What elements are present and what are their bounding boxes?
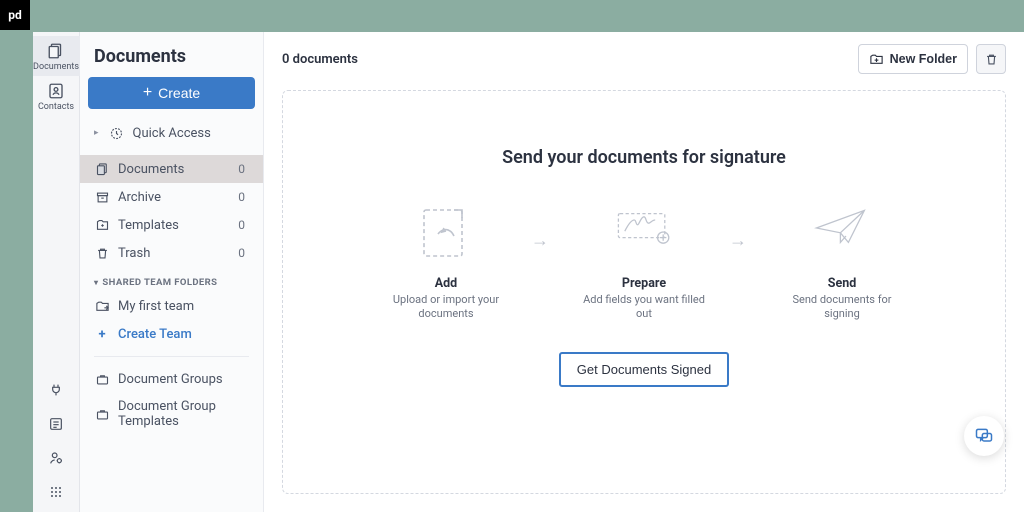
rail-documents-label: Documents	[33, 62, 79, 72]
document-count: 0 documents	[282, 52, 358, 67]
rail-documents[interactable]: Documents	[33, 36, 80, 76]
step-send-desc: Send documents for signing	[777, 293, 907, 322]
rail-contacts-label: Contacts	[38, 102, 74, 112]
send-plane-icon	[810, 204, 874, 262]
plus-icon: +	[143, 85, 152, 101]
user-settings-icon[interactable]	[48, 450, 64, 466]
step-add-title: Add	[435, 276, 457, 291]
team-row[interactable]: My first team	[80, 292, 263, 320]
caret-icon: ▸	[94, 128, 99, 138]
trash-icon	[94, 245, 110, 261]
team-label: My first team	[118, 299, 194, 314]
folder-label: Trash	[118, 246, 150, 261]
quick-access-label: Quick Access	[133, 126, 211, 141]
arrow-icon: →	[729, 230, 757, 251]
briefcase-icon	[94, 371, 110, 387]
folder-label: Templates	[118, 218, 179, 233]
shared-folders-header[interactable]: ▾ SHARED TEAM FOLDERS	[80, 267, 263, 292]
onboarding-steps: Add Upload or import your documents → Pr…	[381, 204, 907, 322]
step-prepare-desc: Add fields you want filled out	[579, 293, 709, 322]
trash-icon	[984, 52, 999, 67]
new-folder-icon	[869, 52, 884, 67]
nav-rail: Documents Contacts	[33, 32, 80, 512]
document-group-templates[interactable]: Document Group Templates	[80, 393, 263, 435]
divider	[94, 356, 249, 357]
chat-icon	[974, 426, 994, 446]
chevron-down-icon: ▾	[94, 278, 98, 287]
briefcase-icon	[94, 406, 110, 422]
app-logo: pd	[0, 0, 30, 30]
create-team-button[interactable]: + Create Team	[80, 320, 263, 348]
sidebar-title: Documents	[80, 46, 263, 77]
folder-archive[interactable]: Archive 0	[80, 183, 263, 211]
folder-count: 0	[238, 218, 249, 232]
app-window: Documents Contacts Documents + Create ▸ …	[33, 32, 1024, 512]
document-groups[interactable]: Document Groups	[80, 365, 263, 393]
empty-state: Send your documents for signature Add Up…	[282, 90, 1006, 494]
templates-icon	[94, 217, 110, 233]
team-folder-icon	[94, 298, 110, 314]
folder-count: 0	[238, 162, 249, 176]
main-area: 0 documents New Folder Send your documen…	[264, 32, 1024, 512]
folder-label: Archive	[118, 190, 161, 205]
documents-icon	[94, 161, 110, 177]
toolbar-trash-button[interactable]	[976, 44, 1006, 74]
step-add-desc: Upload or import your documents	[381, 293, 511, 322]
sidebar: Documents + Create ▸ Quick Access Docume…	[80, 32, 264, 512]
get-documents-signed-button[interactable]: Get Documents Signed	[559, 352, 729, 387]
contacts-icon	[47, 82, 65, 100]
quick-access-row[interactable]: ▸ Quick Access	[80, 119, 263, 147]
documents-icon	[47, 42, 65, 60]
clock-icon	[109, 125, 125, 141]
folder-documents[interactable]: Documents 0	[80, 155, 263, 183]
step-prepare-title: Prepare	[622, 276, 666, 291]
step-add: Add Upload or import your documents	[381, 204, 511, 322]
folder-templates[interactable]: Templates 0	[80, 211, 263, 239]
list-icon[interactable]	[48, 416, 64, 432]
create-button-label: Create	[158, 85, 200, 101]
help-chat-button[interactable]	[964, 416, 1004, 456]
step-prepare: Prepare Add fields you want filled out	[579, 204, 709, 322]
folder-count: 0	[238, 190, 249, 204]
topbar: 0 documents New Folder	[264, 32, 1024, 86]
archive-icon	[94, 189, 110, 205]
add-document-icon	[414, 204, 478, 262]
folder-count: 0	[238, 246, 249, 260]
arrow-icon: →	[531, 230, 559, 251]
document-groups-label: Document Groups	[118, 372, 223, 387]
rail-contacts[interactable]: Contacts	[33, 76, 80, 116]
step-send: Send Send documents for signing	[777, 204, 907, 322]
document-group-templates-label: Document Group Templates	[118, 399, 249, 429]
shared-folders-label: SHARED TEAM FOLDERS	[102, 277, 217, 288]
folder-label: Documents	[118, 162, 184, 177]
prepare-signature-icon	[612, 204, 676, 262]
new-folder-button[interactable]: New Folder	[858, 44, 968, 74]
new-folder-label: New Folder	[890, 52, 957, 66]
create-button[interactable]: + Create	[88, 77, 255, 109]
apps-icon[interactable]	[48, 484, 64, 500]
empty-title: Send your documents for signature	[502, 147, 786, 168]
plus-icon: +	[94, 326, 110, 342]
step-send-title: Send	[828, 276, 857, 291]
create-team-label: Create Team	[118, 327, 192, 342]
folder-trash[interactable]: Trash 0	[80, 239, 263, 267]
plug-icon[interactable]	[48, 382, 64, 398]
